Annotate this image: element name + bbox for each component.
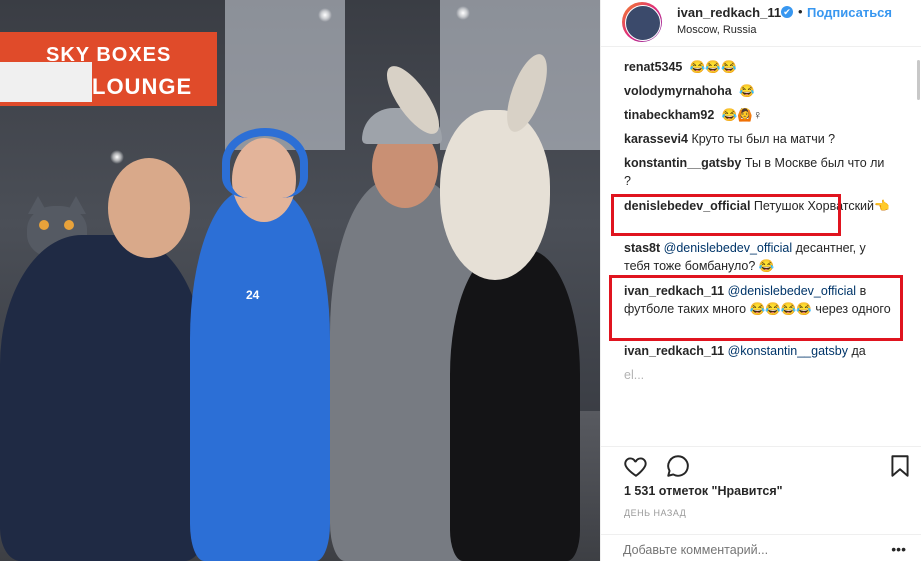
comment-item: ivan_redkach_11 @konstantin__gatsby да	[624, 342, 892, 360]
person-left-head	[108, 158, 190, 258]
ceiling-light	[110, 150, 124, 164]
post-side-panel: ivan_redkach_11 ✔ • Подписаться Moscow, …	[600, 0, 921, 561]
comment-mention[interactable]: @konstantin__gatsby	[728, 344, 848, 358]
comments-scrollbar[interactable]	[917, 60, 920, 100]
follow-button[interactable]: Подписаться	[807, 5, 892, 20]
comment-item: tinabeckham92 😂🙆♀	[624, 106, 892, 124]
crying-laughing-emoji-icon: 😂	[739, 84, 755, 98]
post-photo[interactable]: SKY BOXES LOUNGE 24	[0, 0, 600, 561]
comment-username[interactable]: volodymyrnahoha	[624, 84, 732, 98]
likes-count[interactable]: 1 531 отметок "Нравится"	[624, 484, 783, 498]
person-left	[0, 235, 205, 561]
background-window	[225, 0, 345, 150]
comment-username[interactable]: tinabeckham92	[624, 108, 714, 122]
separator-dot: •	[798, 4, 803, 19]
add-comment-bar: •••	[601, 534, 921, 562]
person-leather-jacket	[450, 250, 580, 561]
person-blue-hoodie	[190, 190, 330, 561]
comments-list: renat5345 😂😂😂 volodymyrnahoha 😂 tinabeck…	[601, 52, 911, 444]
add-comment-input[interactable]	[623, 543, 863, 557]
ceiling-light	[318, 8, 332, 22]
comment-username[interactable]: renat5345	[624, 60, 682, 74]
llama-head	[440, 110, 550, 280]
comment-username[interactable]: stas8t	[624, 241, 660, 255]
comment-username[interactable]: ivan_redkach_11	[624, 344, 724, 358]
laughing-emoji-icon: 😂😂😂	[689, 60, 737, 74]
comment-item-faded: el...	[624, 366, 892, 384]
post-time[interactable]: ДЕНЬ НАЗАД	[624, 508, 686, 518]
speech-bubble-icon[interactable]	[665, 453, 691, 479]
comment-item: karassevi4 Круто ты был на матчи ?	[624, 130, 892, 148]
more-options-icon[interactable]: •••	[891, 541, 906, 557]
comment-text: да	[851, 344, 866, 358]
comment-item: stas8t @denislebedev_official десантнег,…	[624, 239, 892, 275]
comment-username[interactable]: karassevi4	[624, 132, 688, 146]
action-bar	[601, 446, 921, 483]
verified-badge-icon: ✔	[781, 6, 793, 18]
comment-mention[interactable]: @denislebedev_official	[664, 241, 793, 255]
location-link[interactable]: Moscow, Russia	[677, 24, 756, 36]
bookmark-icon[interactable]	[887, 453, 913, 479]
sign-line-2: LOUNGE	[92, 74, 193, 99]
post-header: ivan_redkach_11 ✔ • Подписаться Moscow, …	[601, 0, 921, 47]
sign-stripe	[0, 62, 92, 102]
comment-username[interactable]: konstantin__gatsby	[624, 156, 741, 170]
crying-laughing-emoji-icon: 😂	[758, 259, 775, 273]
sky-boxes-sign: SKY BOXES LOUNGE	[0, 32, 217, 106]
heart-icon[interactable]	[623, 453, 649, 479]
comment-item: konstantin__gatsby Ты в Москве был что л…	[624, 154, 892, 190]
sign-line-1: SKY BOXES	[46, 44, 172, 66]
comment-item: renat5345 😂😂😂	[624, 58, 892, 76]
comment-item: volodymyrnahoha 😂	[624, 82, 892, 100]
hood	[222, 128, 308, 198]
highlight-box	[611, 194, 841, 236]
jersey-number: 24	[246, 288, 260, 302]
emoji-icon: 😂🙆	[721, 108, 753, 122]
highlight-box	[609, 275, 903, 341]
comment-text: Круто ты был на матчи ?	[691, 132, 836, 146]
ceiling-light	[456, 6, 470, 20]
avatar[interactable]	[622, 2, 662, 42]
faded-comment-text: el...	[624, 368, 645, 382]
comment-text: ♀	[752, 108, 763, 122]
header-username[interactable]: ivan_redkach_11	[677, 5, 781, 20]
